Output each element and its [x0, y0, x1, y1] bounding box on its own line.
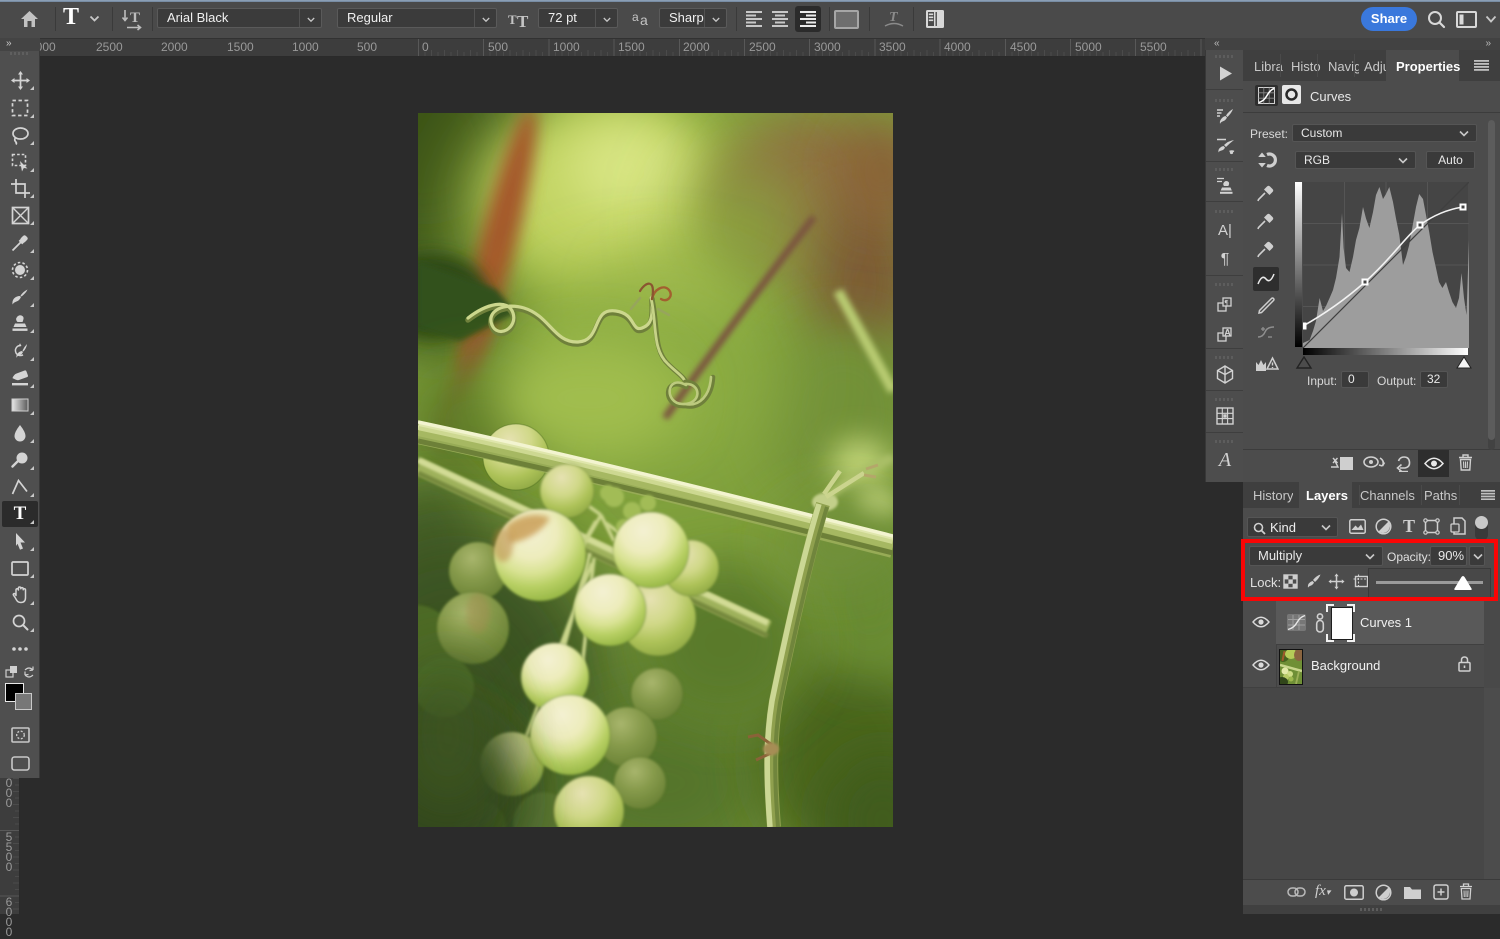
- svg-text:T: T: [508, 12, 517, 27]
- svg-text:a: a: [632, 11, 639, 24]
- svg-text:T: T: [517, 12, 529, 30]
- svg-text:A: A: [1224, 327, 1231, 337]
- svg-text:a: a: [640, 12, 648, 28]
- svg-text:T: T: [130, 10, 140, 26]
- svg-text:¶: ¶: [1225, 299, 1229, 308]
